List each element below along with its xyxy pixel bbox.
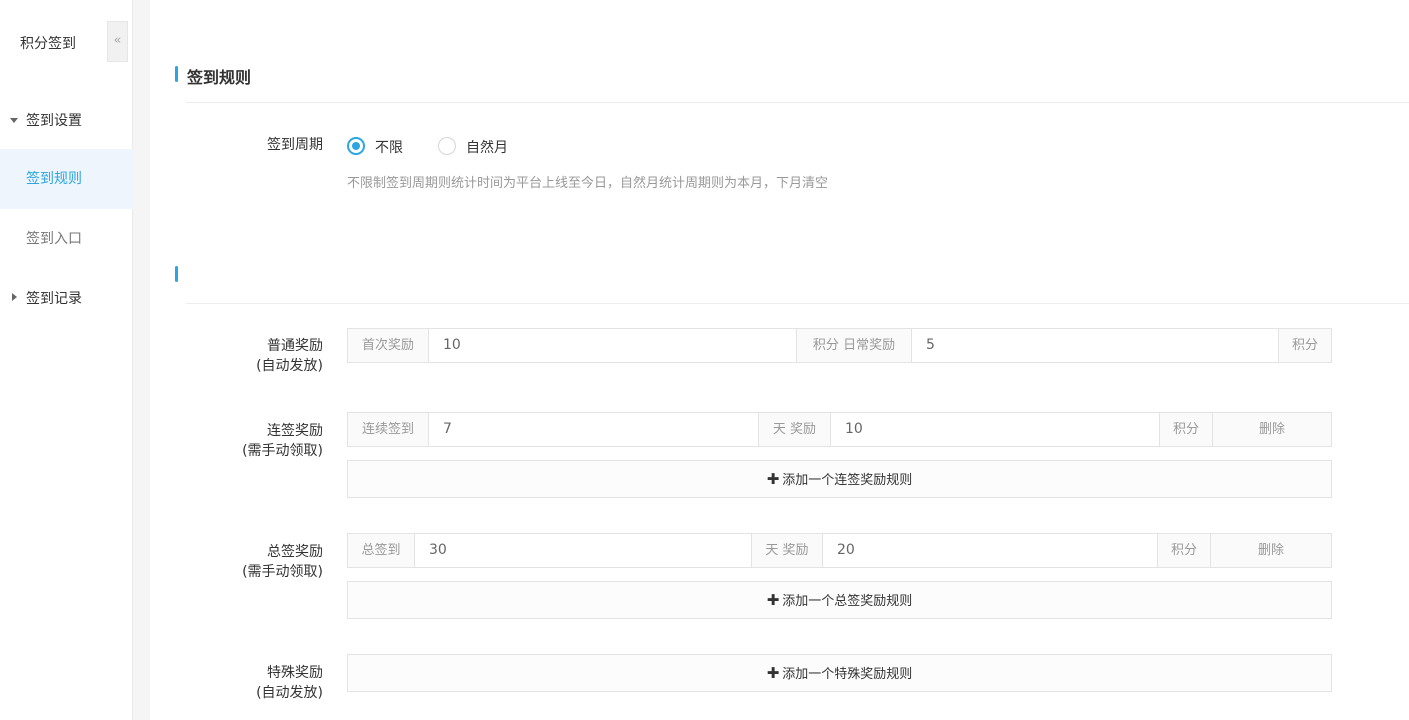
- label-line: (需手动领取): [242, 443, 323, 459]
- section-accent-bar: [175, 66, 178, 82]
- plus-icon: ✚: [766, 664, 780, 682]
- streak-mid-addon: 天 奖励: [759, 413, 830, 446]
- daily-reward-input[interactable]: [912, 329, 1278, 362]
- streak-days-input[interactable]: [429, 413, 758, 446]
- unit-addon: 积分: [1158, 534, 1210, 567]
- add-total-rule-button[interactable]: ✚ 添加一个总签奖励规则: [347, 581, 1332, 619]
- radio-label: 不限: [375, 140, 403, 156]
- total-mid-addon: 天 奖励: [752, 534, 822, 567]
- total-reward-input[interactable]: [823, 534, 1157, 567]
- sidebar-gutter: [133, 0, 150, 720]
- sidebar-group-label: 签到设置: [26, 113, 82, 129]
- label-line: (需手动领取): [242, 564, 323, 580]
- sidebar-item-sign-entry[interactable]: 签到入口: [0, 209, 133, 269]
- label-line: 特殊奖励: [267, 665, 323, 681]
- unit-addon: 积分: [1279, 329, 1331, 362]
- delete-total-button[interactable]: 删除: [1211, 534, 1331, 567]
- sidebar-group-label: 签到记录: [26, 291, 82, 307]
- label-line: (自动发放): [256, 685, 323, 701]
- caret-right-icon: [12, 293, 17, 301]
- streak-reward-group: 连续签到 天 奖励 积分 删除: [347, 412, 1332, 447]
- unit-and-daily-addon: 积分 日常奖励: [797, 329, 911, 362]
- delete-streak-button[interactable]: 删除: [1213, 413, 1331, 446]
- radio-unchecked-icon: [438, 137, 456, 155]
- streak-prefix-addon: 连续签到: [348, 413, 428, 446]
- sidebar-title: 积分签到: [20, 36, 76, 52]
- add-button-label: 添加一个总签奖励规则: [782, 594, 913, 609]
- sidebar-item-sign-rules[interactable]: 签到规则: [0, 149, 133, 209]
- add-button-label: 添加一个连签奖励规则: [782, 473, 913, 488]
- add-button-label: 添加一个特殊奖励规则: [782, 667, 913, 682]
- total-reward-label: 总签奖励 (需手动领取): [220, 542, 323, 582]
- first-reward-input[interactable]: [429, 329, 796, 362]
- unit-addon: 积分: [1160, 413, 1212, 446]
- label-line: 连签奖励: [267, 423, 323, 439]
- plus-icon: ✚: [766, 591, 780, 609]
- first-reward-addon: 首次奖励: [348, 329, 428, 362]
- normal-reward-group: 首次奖励 积分 日常奖励 积分: [347, 328, 1332, 363]
- main-content: 签到规则 签到周期 不限 自然月 不限制签到周期则统计时间为平台上线至今日，自然…: [150, 0, 1409, 720]
- streak-reward-input[interactable]: [831, 413, 1159, 446]
- divider: [186, 303, 1409, 304]
- sidebar: 积分签到 « 签到设置 签到规则 签到入口 签到记录: [0, 0, 133, 720]
- total-reward-group: 总签到 天 奖励 积分 删除: [347, 533, 1332, 568]
- sign-cycle-label: 签到周期: [267, 137, 323, 153]
- streak-reward-label: 连签奖励 (需手动领取): [220, 421, 323, 461]
- sidebar-group-sign-settings[interactable]: 签到设置: [0, 110, 133, 132]
- label-line: (自动发放): [256, 358, 323, 374]
- section-accent-bar: [175, 266, 178, 282]
- plus-icon: ✚: [766, 470, 780, 488]
- total-days-input[interactable]: [415, 534, 751, 567]
- label-line: 总签奖励: [267, 544, 323, 560]
- unit-label: 积分: [812, 338, 839, 353]
- total-prefix-addon: 总签到: [348, 534, 414, 567]
- radio-label: 自然月: [466, 140, 508, 156]
- radio-checked-icon: [347, 137, 365, 155]
- label-line: 普通奖励: [267, 338, 323, 354]
- daily-reward-label: 日常奖励: [843, 338, 896, 353]
- add-special-rule-button[interactable]: ✚ 添加一个特殊奖励规则: [347, 654, 1332, 692]
- add-streak-rule-button[interactable]: ✚ 添加一个连签奖励规则: [347, 460, 1332, 498]
- special-reward-label: 特殊奖励 (自动发放): [220, 663, 323, 703]
- section-title: 签到规则: [187, 68, 252, 87]
- caret-down-icon: [10, 118, 18, 123]
- sign-cycle-hint: 不限制签到周期则统计时间为平台上线至今日，自然月统计周期则为本月，下月清空: [347, 176, 829, 191]
- collapse-sidebar-icon[interactable]: «: [107, 21, 128, 62]
- sidebar-group-sign-records[interactable]: 签到记录: [0, 288, 133, 310]
- normal-reward-label: 普通奖励 (自动发放): [220, 336, 323, 376]
- divider: [186, 102, 1409, 103]
